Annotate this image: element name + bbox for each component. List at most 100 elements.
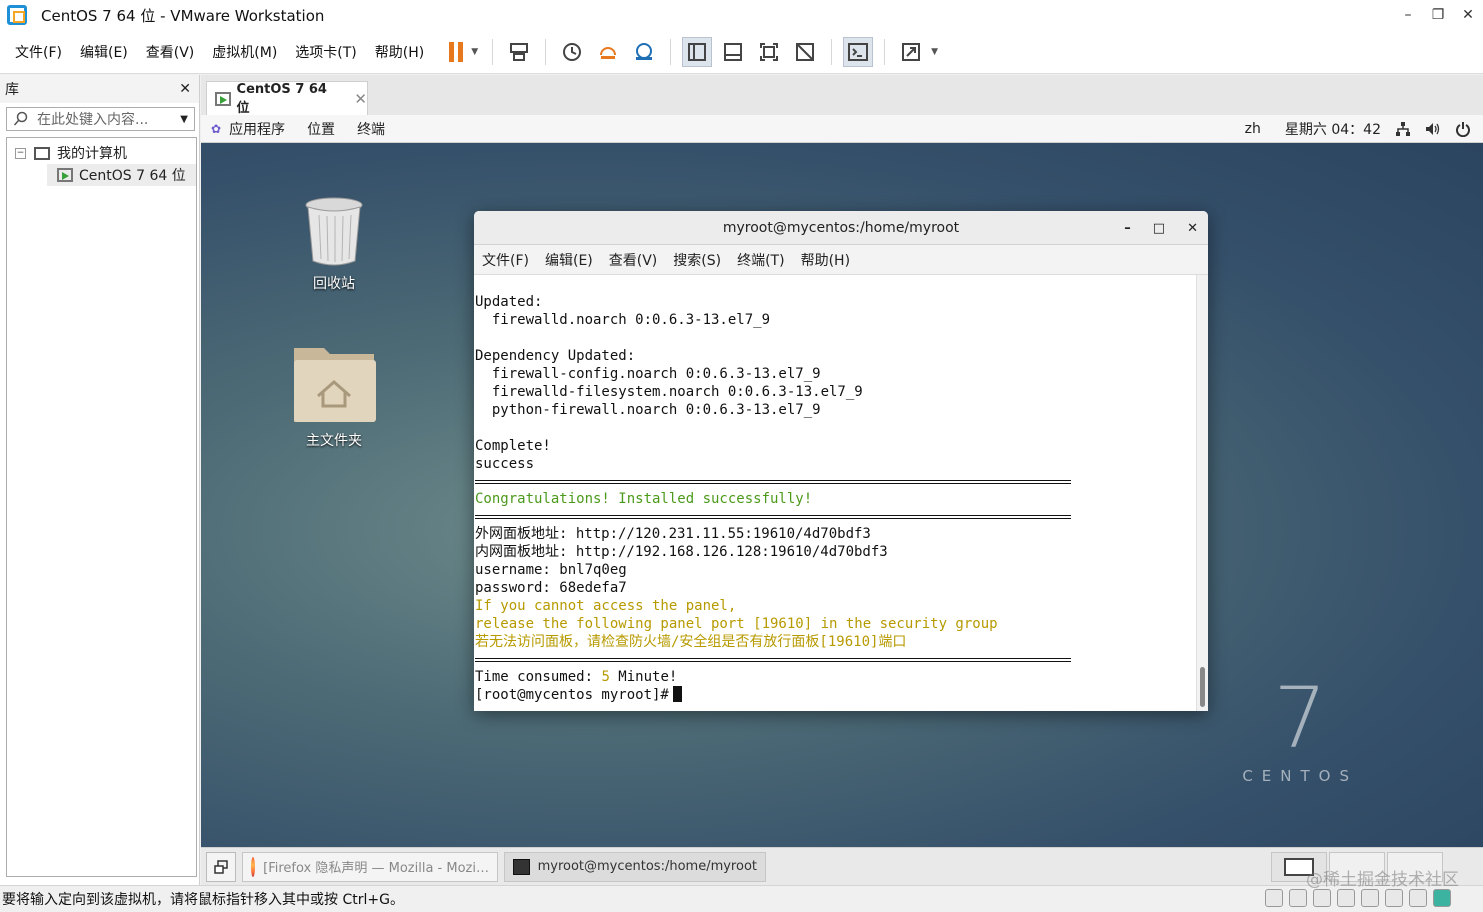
gnome-status-area: zh 星期六 04：42 (1245, 115, 1471, 143)
library-search-input[interactable]: 在此处键入内容... ▼ (6, 107, 195, 131)
tree-item-my-computer[interactable]: − 我的计算机 (7, 142, 196, 164)
vm-running-icon (57, 168, 73, 182)
menu-tabs[interactable]: 选项卡(T) (286, 42, 365, 62)
applications-menu[interactable]: ✿ 应用程序 (211, 119, 285, 139)
sound-icon[interactable] (1361, 889, 1379, 907)
power-icon[interactable] (1455, 121, 1471, 137)
terminal-prompt-line[interactable]: [root@mycentos myroot]# (475, 686, 1196, 704)
stretch-guest-button[interactable] (896, 37, 926, 67)
terminal-window[interactable]: myroot@mycentos:/home/myroot – □ ✕ 文件(F)… (474, 211, 1208, 711)
places-menu[interactable]: 位置 (307, 119, 335, 139)
terminal-maximize-button[interactable]: □ (1153, 221, 1165, 236)
toolbar-divider (670, 38, 672, 65)
chevron-down-icon[interactable]: ▼ (180, 114, 188, 125)
clock[interactable]: 星期六 04：42 (1285, 119, 1381, 139)
tab-centos[interactable]: CentOS 7 64 位 ✕ (206, 81, 368, 116)
menu-help[interactable]: 帮助(H) (366, 42, 433, 62)
menu-view[interactable]: 查看(V) (137, 42, 204, 62)
terminal-line: firewall-config.noarch 0:0.6.3-13.el7_9 (475, 366, 821, 382)
close-button[interactable]: ✕ (1453, 0, 1483, 30)
terminal-menu-edit[interactable]: 编辑(E) (545, 250, 593, 270)
window-controls: – ❐ ✕ (1393, 0, 1483, 30)
terminal-username: username: bnl7q0eg (475, 562, 627, 578)
terminal-cursor (672, 686, 682, 702)
resize-grip-icon[interactable] (1457, 889, 1475, 907)
terminal-menu-help[interactable]: 帮助(H) (801, 250, 850, 270)
minimize-button[interactable]: – (1393, 0, 1423, 30)
title-bar: CentOS 7 64 位 - VMware Workstation – ❐ ✕ (0, 0, 1483, 30)
terminal-menu-search[interactable]: 搜索(S) (673, 250, 721, 270)
taskbar-item-terminal[interactable]: myroot@mycentos:/home/myroot (504, 851, 766, 882)
restore-button[interactable]: ❐ (1423, 0, 1453, 30)
scrollbar-thumb[interactable] (1200, 667, 1205, 707)
input-language[interactable]: zh (1245, 121, 1261, 137)
gnome-top-bar: ✿ 应用程序 位置 终端 zh 星期六 04：42 (201, 115, 1483, 143)
snapshot-manager-button[interactable] (629, 37, 659, 67)
library-tree: − 我的计算机 CentOS 7 64 位 (6, 137, 197, 877)
computer-icon (34, 146, 50, 160)
unity-mode-button[interactable] (790, 37, 820, 67)
terminal-scrollbar[interactable] (1196, 275, 1208, 711)
display-icon[interactable] (1409, 889, 1427, 907)
cd-dvd-icon[interactable] (1289, 889, 1307, 907)
revert-icon (600, 46, 617, 59)
chevron-down-icon[interactable]: ▼ (471, 47, 478, 57)
power-pause-button[interactable]: ▼ (449, 41, 478, 62)
hard-disk-icon[interactable] (1265, 889, 1283, 907)
applications-label: 应用程序 (229, 121, 286, 138)
menu-edit[interactable]: 编辑(E) (71, 42, 137, 62)
menu-vm[interactable]: 虚拟机(M) (203, 42, 286, 62)
terminal-output[interactable]: Updated: firewalld.noarch 0:0.6.3-13.el7… (474, 275, 1196, 711)
usb-icon[interactable] (1385, 889, 1403, 907)
volume-icon[interactable] (1425, 121, 1441, 137)
full-screen-button[interactable] (754, 37, 784, 67)
tree-item-label: 我的计算机 (57, 146, 127, 162)
taskbar-item-firefox[interactable]: [Firefox 隐私声明 — Mozilla - Mozi… (242, 851, 498, 882)
terminal-menu-file[interactable]: 文件(F) (482, 250, 529, 270)
menu-file[interactable]: 文件(F) (6, 42, 71, 62)
terminal-line: success (475, 456, 535, 472)
library-header: 库 ✕ (0, 75, 199, 103)
terminal-warning-line: If you cannot access the panel, (475, 598, 737, 614)
status-bar: 要将输入定向到该虚拟机，请将鼠标指针移入其中或按 Ctrl+G。 (0, 885, 1483, 912)
thumbnail-bar-button[interactable] (718, 37, 748, 67)
terminal-time-line: Time consumed: 5 Minute! (475, 668, 1196, 686)
terminal-minimize-button[interactable]: – (1124, 221, 1131, 236)
library-close-button[interactable]: ✕ (179, 81, 191, 97)
firefox-icon (251, 856, 256, 877)
terminal-title: myroot@mycentos:/home/myroot (722, 219, 960, 236)
network-icon[interactable] (1395, 121, 1411, 137)
terminal-menu[interactable]: 终端 (357, 119, 385, 139)
desktop-item-trash[interactable]: 回收站 (284, 195, 384, 293)
network-adapter-icon[interactable] (1313, 889, 1331, 907)
printer-icon[interactable] (1337, 889, 1355, 907)
show-desktop-button[interactable] (206, 851, 236, 882)
terminal-titlebar[interactable]: myroot@mycentos:/home/myroot – □ ✕ (474, 211, 1208, 245)
send-ctrl-alt-del-button[interactable] (504, 37, 534, 67)
unity-icon (796, 42, 815, 61)
terminal-controls: – □ ✕ (1124, 211, 1198, 245)
search-placeholder: 在此处键入内容... (37, 112, 149, 128)
tab-close-button[interactable]: ✕ (354, 90, 367, 108)
snapshot-button[interactable] (557, 37, 587, 67)
library-title: 库 (5, 82, 19, 98)
library-panel: 库 ✕ 在此处键入内容... ▼ − 我的计算机 CentOS 7 64 位 (0, 75, 200, 885)
console-view-button[interactable] (843, 36, 874, 67)
terminal-line: Complete! (475, 438, 551, 454)
collapse-toggle[interactable]: − (15, 147, 26, 159)
guest-desktop[interactable]: 回收站 主文件夹 7 CENTOS myroot@mycentos:/home/… (201, 143, 1483, 847)
chevron-down-icon[interactable]: ▼ (931, 47, 938, 57)
tree-item-vm[interactable]: CentOS 7 64 位 (47, 164, 196, 186)
desktop-item-home[interactable]: 主文件夹 (284, 340, 384, 450)
trash-icon (305, 195, 363, 267)
revert-snapshot-button[interactable] (593, 37, 623, 67)
centos-logo: 7 CENTOS (1242, 673, 1358, 785)
tree-item-label: CentOS 7 64 位 (79, 168, 186, 184)
pause-icon (449, 41, 464, 62)
terminal-menu-view[interactable]: 查看(V) (609, 250, 658, 270)
terminal-menu-terminal[interactable]: 终端(T) (737, 250, 784, 270)
message-icon[interactable] (1433, 889, 1451, 907)
terminal-close-button[interactable]: ✕ (1187, 221, 1198, 236)
centos-logo-number: 7 (1273, 669, 1327, 767)
show-library-button[interactable] (682, 36, 713, 67)
